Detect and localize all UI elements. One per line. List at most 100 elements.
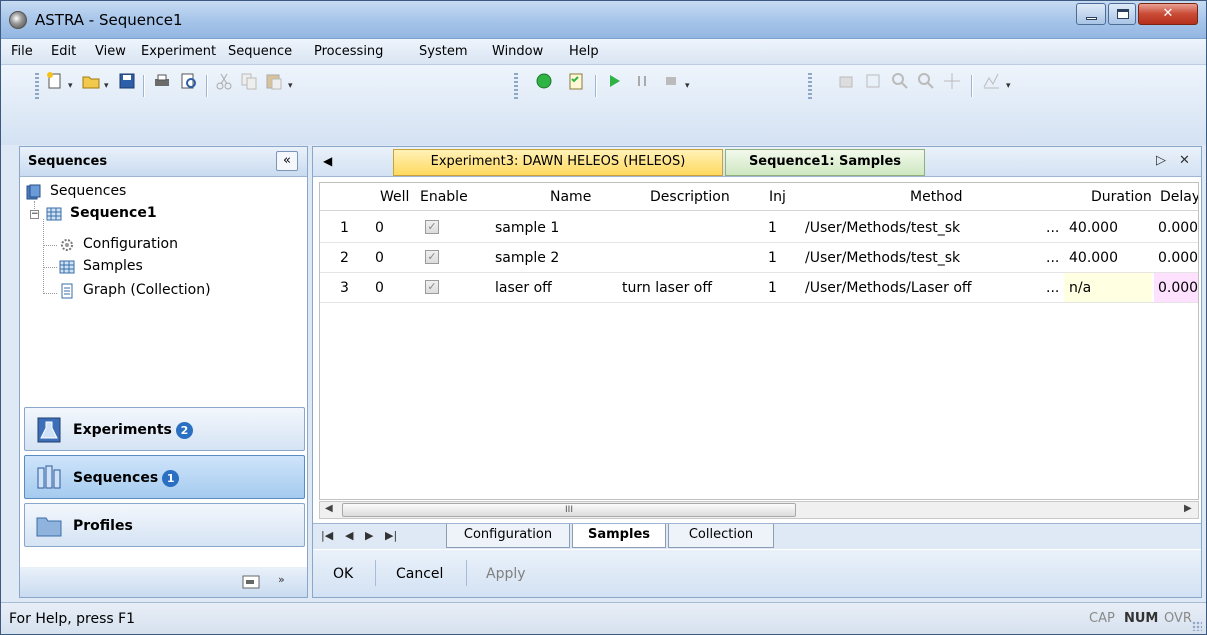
- col-header-delay[interactable]: Delay: [1160, 189, 1198, 205]
- menu-edit[interactable]: Edit: [51, 44, 76, 59]
- run-dropdown-icon[interactable]: ▾: [685, 81, 690, 91]
- table-row[interactable]: 1 0 ✓ sample 1 1 /User/Methods/test_sk .…: [320, 213, 1198, 243]
- method-browse-button[interactable]: ...: [1046, 280, 1059, 296]
- tab-list-icon[interactable]: ▷: [1156, 153, 1166, 168]
- col-header-method[interactable]: Method: [910, 189, 963, 205]
- cell-inj[interactable]: 1: [768, 220, 777, 236]
- save-icon[interactable]: [117, 71, 137, 91]
- checklist-icon[interactable]: [566, 71, 586, 91]
- ok-button[interactable]: OK: [333, 566, 353, 582]
- chart-dropdown-icon[interactable]: ▾: [1006, 81, 1011, 91]
- cut-icon[interactable]: [214, 71, 234, 91]
- zoom-out-icon[interactable]: [916, 71, 936, 91]
- cell-name[interactable]: sample 1: [495, 220, 559, 236]
- menu-sequence[interactable]: Sequence: [228, 44, 292, 59]
- configure-buttons-icon[interactable]: [242, 575, 260, 589]
- col-header-duration[interactable]: Duration: [1091, 189, 1152, 205]
- stop-icon[interactable]: [661, 71, 681, 91]
- scroll-left-icon[interactable]: ◀: [325, 503, 333, 514]
- graph-options-icon[interactable]: [836, 71, 856, 91]
- tree-item-configuration[interactable]: Configuration: [59, 234, 299, 256]
- next-sheet-icon[interactable]: ▶: [365, 529, 373, 542]
- table-row[interactable]: 3 0 ✓ laser off turn laser off 1 /User/M…: [320, 273, 1198, 303]
- zoom-in-icon[interactable]: [890, 71, 910, 91]
- sheet-tab-samples[interactable]: Samples: [572, 524, 666, 548]
- menu-file[interactable]: File: [11, 44, 33, 59]
- close-tab-icon[interactable]: ✕: [1179, 153, 1190, 168]
- nav-experiments-button[interactable]: Experiments 2: [24, 407, 305, 451]
- menu-window[interactable]: Window: [492, 44, 543, 59]
- chart-icon[interactable]: [981, 71, 1001, 91]
- print-icon[interactable]: [152, 71, 172, 91]
- minimize-button[interactable]: [1076, 3, 1106, 25]
- horizontal-scrollbar[interactable]: ◀ III ▶: [319, 501, 1199, 519]
- close-button[interactable]: ✕: [1138, 3, 1198, 25]
- collapse-pane-button[interactable]: «: [276, 151, 298, 171]
- cell-duration[interactable]: 40.000: [1069, 250, 1118, 266]
- play-icon[interactable]: [604, 71, 624, 91]
- cell-well[interactable]: 0: [375, 250, 384, 266]
- col-header-description[interactable]: Description: [650, 189, 730, 205]
- cell-delay[interactable]: 0.000: [1158, 250, 1198, 266]
- tree-item-samples[interactable]: Samples: [59, 256, 299, 278]
- cell-well[interactable]: 0: [375, 220, 384, 236]
- tab-experiment3[interactable]: Experiment3: DAWN HELEOS (HELEOS): [393, 149, 723, 176]
- nav-sequences-button[interactable]: Sequences 1: [24, 455, 305, 499]
- cell-method[interactable]: /User/Methods/test_sk: [805, 250, 960, 266]
- tree-expander[interactable]: −: [30, 210, 39, 219]
- pause-icon[interactable]: [632, 71, 652, 91]
- menu-experiment[interactable]: Experiment: [141, 44, 216, 59]
- toolbar-grip[interactable]: [808, 73, 812, 99]
- cell-inj[interactable]: 1: [768, 280, 777, 296]
- tree-item-graph-collection[interactable]: Graph (Collection): [59, 280, 304, 302]
- enable-checkbox[interactable]: ✓: [425, 250, 439, 264]
- cell-inj[interactable]: 1: [768, 250, 777, 266]
- cell-duration[interactable]: n/a: [1064, 273, 1152, 302]
- col-header-enable[interactable]: Enable: [420, 189, 468, 205]
- enable-checkbox[interactable]: ✓: [425, 280, 439, 294]
- cell-name[interactable]: laser off: [495, 280, 552, 296]
- new-dropdown-icon[interactable]: ▾: [68, 81, 73, 91]
- sheet-tab-configuration[interactable]: Configuration: [446, 524, 570, 548]
- paste-icon[interactable]: [264, 71, 284, 91]
- cell-method[interactable]: /User/Methods/test_sk: [805, 220, 960, 236]
- maximize-button[interactable]: [1108, 3, 1136, 25]
- cell-duration[interactable]: 40.000: [1069, 220, 1118, 236]
- cell-name[interactable]: sample 2: [495, 250, 559, 266]
- resize-grip-icon[interactable]: [1192, 621, 1202, 631]
- cancel-button[interactable]: Cancel: [396, 566, 443, 582]
- overflow-chevron-icon[interactable]: »: [278, 573, 285, 586]
- crosshair-icon[interactable]: [942, 71, 962, 91]
- col-header-well[interactable]: Well: [380, 189, 409, 205]
- copy-icon[interactable]: [239, 71, 259, 91]
- toolbar-grip[interactable]: [514, 73, 518, 99]
- cell-description[interactable]: turn laser off: [622, 280, 712, 296]
- last-sheet-icon[interactable]: ▶|: [385, 529, 397, 542]
- nav-profiles-button[interactable]: Profiles: [24, 503, 305, 547]
- tab-sequence1-samples[interactable]: Sequence1: Samples: [725, 149, 925, 176]
- cell-well[interactable]: 0: [375, 280, 384, 296]
- menu-processing[interactable]: Processing: [314, 44, 383, 59]
- method-browse-button[interactable]: ...: [1046, 250, 1059, 266]
- tab-scroll-left-icon[interactable]: ◀: [323, 154, 332, 168]
- select-rect-icon[interactable]: [863, 71, 883, 91]
- tree-item-sequences[interactable]: Sequences: [26, 181, 296, 203]
- print-preview-icon[interactable]: [179, 71, 199, 91]
- enable-checkbox[interactable]: ✓: [425, 220, 439, 234]
- table-row[interactable]: 2 0 ✓ sample 2 1 /User/Methods/test_sk .…: [320, 243, 1198, 273]
- col-header-inj[interactable]: Inj: [769, 189, 786, 205]
- scroll-right-icon[interactable]: ▶: [1184, 503, 1192, 514]
- prev-sheet-icon[interactable]: ◀: [345, 529, 353, 542]
- toolbar-grip[interactable]: [35, 73, 39, 99]
- cell-delay[interactable]: 0.000: [1158, 220, 1198, 236]
- cell-delay[interactable]: 0.000: [1154, 273, 1198, 302]
- open-folder-icon[interactable]: [81, 71, 101, 91]
- menu-view[interactable]: View: [95, 44, 126, 59]
- sheet-tab-collection[interactable]: Collection: [668, 524, 774, 548]
- paste-dropdown-icon[interactable]: ▾: [288, 81, 293, 91]
- tree-item-sequence1[interactable]: Sequence1: [46, 203, 296, 225]
- open-dropdown-icon[interactable]: ▾: [104, 81, 109, 91]
- apply-button[interactable]: Apply: [486, 566, 526, 582]
- cell-method[interactable]: /User/Methods/Laser off: [805, 280, 972, 296]
- method-browse-button[interactable]: ...: [1046, 220, 1059, 236]
